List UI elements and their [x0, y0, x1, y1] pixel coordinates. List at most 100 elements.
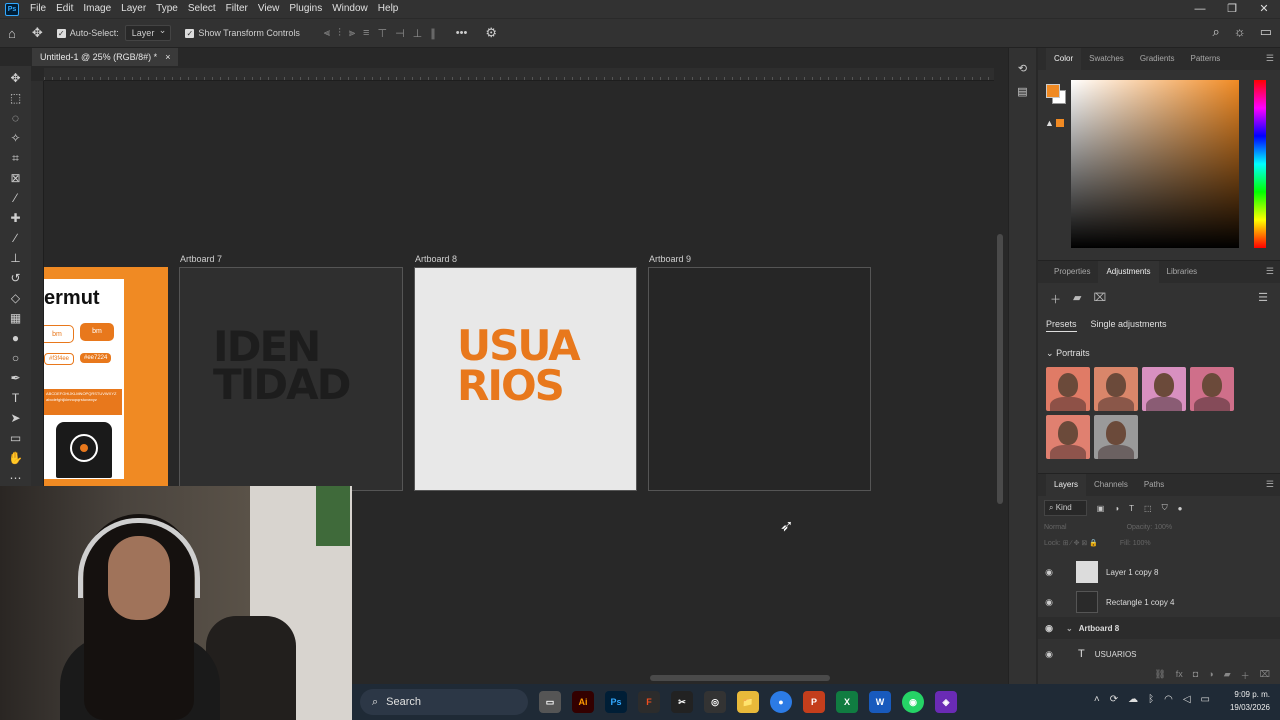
menu-window[interactable]: Window	[327, 0, 373, 18]
wifi-icon[interactable]: ◠	[1164, 694, 1173, 705]
layer-row[interactable]: ◉ T USUARIOS	[1038, 639, 1280, 669]
restore-button[interactable]: ❐	[1216, 0, 1248, 18]
visibility-eye-icon[interactable]: ◉	[1038, 649, 1060, 660]
path-select-icon[interactable]: ➤	[6, 410, 26, 426]
comments-panel-icon[interactable]: ▤	[1017, 85, 1027, 98]
tab-color[interactable]: Color	[1046, 48, 1082, 70]
magic-wand-icon[interactable]: ✧	[6, 130, 26, 146]
healing-brush-icon[interactable]: ✚	[6, 210, 26, 226]
distribute-vertical-icon[interactable]: ∥	[430, 27, 436, 40]
shape-tool-icon[interactable]: ▭	[6, 430, 26, 446]
filter-shape-icon[interactable]: ⬚	[1144, 504, 1152, 513]
powerpoint-icon[interactable]: P	[803, 691, 825, 713]
align-right-icon[interactable]: ⫸	[349, 27, 355, 40]
battery-icon[interactable]: ▭	[1201, 694, 1210, 705]
horizontal-scrollbar[interactable]	[352, 672, 994, 684]
word-icon[interactable]: W	[869, 691, 891, 713]
panel-menu-icon[interactable]: ☰	[1266, 479, 1274, 490]
frame-tool-icon[interactable]: ⊠	[6, 170, 26, 186]
whatsapp-icon[interactable]: ◉	[902, 691, 924, 713]
hue-slider[interactable]	[1254, 80, 1266, 248]
portrait-preset-thumb[interactable]	[1142, 367, 1186, 411]
horizontal-scroll-thumb[interactable]	[650, 675, 830, 681]
network-icon[interactable]: ☁	[1128, 694, 1138, 705]
opacity-field[interactable]: Opacity: 100%	[1127, 524, 1173, 531]
search-icon[interactable]: ⌕	[1213, 24, 1220, 40]
hand-tool-icon[interactable]: ✋	[6, 450, 26, 466]
move-tool-icon[interactable]: ✥	[6, 70, 26, 86]
align-top-icon[interactable]: ⊤	[377, 27, 387, 40]
filter-smart-icon[interactable]: ⛉	[1162, 503, 1168, 513]
chevron-down-icon[interactable]: ⌄	[1066, 624, 1073, 633]
eraser-tool-icon[interactable]: ◇	[6, 290, 26, 306]
vertical-scroll-thumb[interactable]	[997, 234, 1003, 504]
horizontal-ruler[interactable]	[44, 68, 994, 81]
menu-layer[interactable]: Layer	[116, 0, 151, 18]
color-picker-field[interactable]	[1071, 80, 1239, 248]
new-layer-icon[interactable]: ＋	[1241, 669, 1250, 682]
illustrator-icon[interactable]: Ai	[572, 691, 594, 713]
delete-layer-icon[interactable]: ⌧	[1260, 669, 1270, 682]
app-icon[interactable]: ◈	[935, 691, 957, 713]
panel-menu-icon[interactable]: ☰	[1266, 53, 1274, 64]
portrait-preset-thumb[interactable]	[1046, 367, 1090, 411]
move-tool-icon[interactable]: ✥	[32, 25, 43, 41]
photoshop-icon[interactable]: Ps	[605, 691, 627, 713]
menu-file[interactable]: File	[25, 0, 51, 18]
tab-gradients[interactable]: Gradients	[1132, 48, 1183, 70]
workspace-icon[interactable]: ▭	[1260, 24, 1272, 40]
align-bottom-icon[interactable]: ⊥	[413, 27, 423, 40]
figma-icon[interactable]: F	[638, 691, 660, 713]
gamut-warning-icon[interactable]: ▲	[1045, 118, 1054, 128]
layer-row[interactable]: ◉ Layer 1 copy 8	[1038, 557, 1280, 587]
portrait-preset-thumb[interactable]	[1190, 367, 1234, 411]
menu-image[interactable]: Image	[78, 0, 116, 18]
blur-tool-icon[interactable]: ●	[6, 330, 26, 346]
lock-icons[interactable]: ⊞ ∕ ✥ ⊠ 🔒	[1063, 540, 1098, 547]
portraits-group-header[interactable]: ⌄ Portraits	[1038, 336, 1280, 363]
new-group-icon[interactable]: ▰	[1224, 669, 1231, 682]
chrome-icon[interactable]: ●	[770, 691, 792, 713]
artboard-9-label[interactable]: Artboard 9	[649, 254, 691, 264]
close-button[interactable]: ✕	[1248, 0, 1280, 18]
dodge-tool-icon[interactable]: ○	[6, 350, 26, 366]
artboard-9[interactable]	[648, 267, 871, 491]
marquee-tool-icon[interactable]: ⬚	[6, 90, 26, 106]
menu-filter[interactable]: Filter	[221, 0, 253, 18]
show-transform-checkbox[interactable]: ✓ Show Transform Controls	[185, 28, 300, 38]
zoom-tool-icon[interactable]: ⋯	[6, 470, 26, 486]
tab-swatches[interactable]: Swatches	[1081, 48, 1132, 70]
taskbar-search[interactable]: ⌕ Search	[360, 689, 528, 715]
artboard-7[interactable]: IDEN TIDAD	[179, 267, 403, 491]
taskbar-clock[interactable]: 9:09 p. m. 19/03/2026	[1230, 688, 1270, 714]
filter-toggle-icon[interactable]: ●	[1178, 504, 1183, 513]
filter-adjustment-icon[interactable]: ◑	[1114, 504, 1119, 513]
align-center-icon[interactable]: ⫶	[338, 27, 341, 40]
tab-properties[interactable]: Properties	[1046, 261, 1098, 283]
portrait-preset-thumb[interactable]	[1046, 415, 1090, 459]
more-options-button[interactable]: •••	[456, 27, 468, 39]
fill-value[interactable]: 100%	[1133, 540, 1151, 547]
volume-icon[interactable]: ◁	[1183, 694, 1191, 705]
stamp-tool-icon[interactable]: ⊥	[6, 250, 26, 266]
filter-pixel-icon[interactable]: ▣	[1097, 504, 1105, 513]
artboard-8-label[interactable]: Artboard 8	[415, 254, 457, 264]
history-panel-icon[interactable]: ⟲	[1018, 62, 1027, 75]
blend-mode-dropdown[interactable]: Normal	[1044, 524, 1067, 531]
pen-tool-icon[interactable]: ✒	[6, 370, 26, 386]
adjustment-layer-icon[interactable]: ◑	[1208, 669, 1213, 682]
lasso-tool-icon[interactable]: ◌	[6, 110, 26, 126]
layer-row[interactable]: ◉ Rectangle 1 copy 4	[1038, 587, 1280, 617]
tab-libraries[interactable]: Libraries	[1159, 261, 1206, 283]
folder-icon[interactable]: 📁	[737, 691, 759, 713]
panel-menu-icon[interactable]: ☰	[1266, 266, 1274, 277]
menu-select[interactable]: Select	[183, 0, 221, 18]
menu-help[interactable]: Help	[373, 0, 404, 18]
add-icon[interactable]: ＋	[1050, 291, 1061, 307]
document-tab[interactable]: Untitled-1 @ 25% (RGB/8#) * ×	[32, 48, 179, 66]
tab-layers[interactable]: Layers	[1046, 474, 1087, 496]
subtab-presets[interactable]: Presets	[1046, 319, 1077, 332]
visibility-eye-icon[interactable]: ◉	[1038, 597, 1060, 608]
excel-icon[interactable]: X	[836, 691, 858, 713]
crop-tool-icon[interactable]: ⌗	[6, 150, 26, 166]
